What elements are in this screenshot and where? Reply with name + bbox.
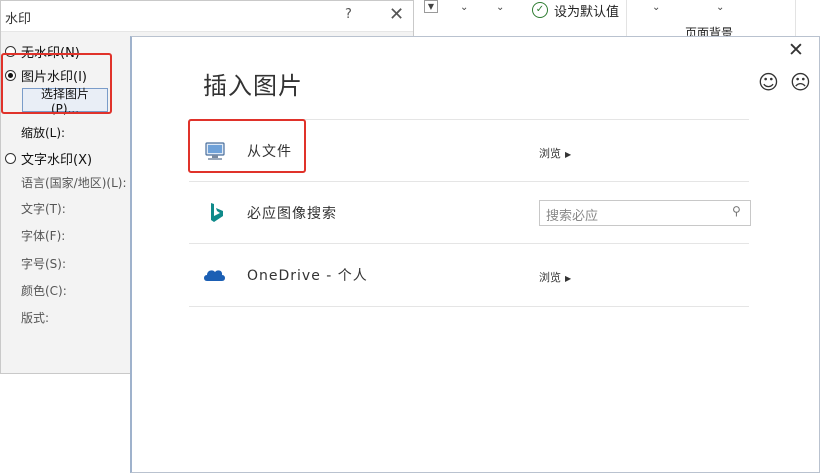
dropdown-arrow-icon[interactable]: ▼ (424, 0, 438, 13)
scale-label: 缩放(L): (21, 126, 66, 140)
font-size-label: 字号(S): (21, 257, 67, 271)
frown-feedback-icon[interactable]: ☹ (790, 70, 811, 94)
bing-search-input[interactable]: 搜索必应 ⚲ (539, 200, 751, 226)
check-icon: ✓ (532, 2, 548, 18)
close-icon[interactable]: ✕ (389, 4, 404, 25)
highlight-box (188, 119, 306, 173)
browse-link[interactable]: 浏览 ▶ (539, 145, 571, 161)
font-label: 字体(F): (21, 229, 66, 243)
chevron-down-icon[interactable]: ⌄ (652, 2, 660, 13)
dialog-title: 水印 (5, 12, 32, 27)
highlight-box (1, 53, 112, 114)
option-label: 文字水印(X) (21, 153, 93, 168)
help-icon[interactable]: ? (345, 7, 352, 22)
text-label: 文字(T): (21, 202, 66, 216)
set-default-button[interactable]: ✓ 设为默认值 (532, 1, 620, 20)
insert-pictures-dialog: ✕ 插入图片 ☺ ☹ 从文件 浏览 ▶ 必应图像搜索 搜索必应 ⚲ OneDriv… (130, 36, 820, 473)
search-icon[interactable]: ⚲ (732, 204, 741, 218)
language-label: 语言(国家/地区)(L): (21, 176, 127, 190)
browse-link[interactable]: 浏览 ▶ (539, 269, 571, 285)
bing-icon (211, 203, 223, 222)
divider (795, 0, 796, 36)
layout-label: 版式: (21, 311, 50, 325)
set-default-label: 设为默认值 (554, 4, 620, 20)
chevron-down-icon[interactable]: ⌄ (460, 2, 468, 13)
radio-button[interactable] (5, 153, 16, 164)
bing-search-row: 必应图像搜索 搜索必应 ⚲ (189, 181, 751, 244)
text-watermark-option[interactable]: 文字水印(X) (5, 149, 92, 168)
dialog-title: 插入图片 (203, 72, 303, 100)
search-placeholder: 搜索必应 (546, 209, 599, 224)
watermark-titlebar: 水印 ? ✕ (1, 1, 413, 32)
chevron-down-icon[interactable]: ⌄ (716, 2, 724, 13)
color-label: 颜色(C): (21, 284, 67, 298)
close-icon[interactable]: ✕ (788, 39, 804, 61)
onedrive-label: OneDrive - 个人 (247, 268, 368, 284)
bing-search-label: 必应图像搜索 (247, 206, 337, 222)
chevron-down-icon[interactable]: ⌄ (496, 2, 504, 13)
smile-feedback-icon[interactable]: ☺ (758, 70, 779, 94)
onedrive-row[interactable]: OneDrive - 个人 浏览 ▶ (189, 243, 749, 307)
onedrive-icon (204, 270, 225, 281)
divider (626, 0, 627, 36)
